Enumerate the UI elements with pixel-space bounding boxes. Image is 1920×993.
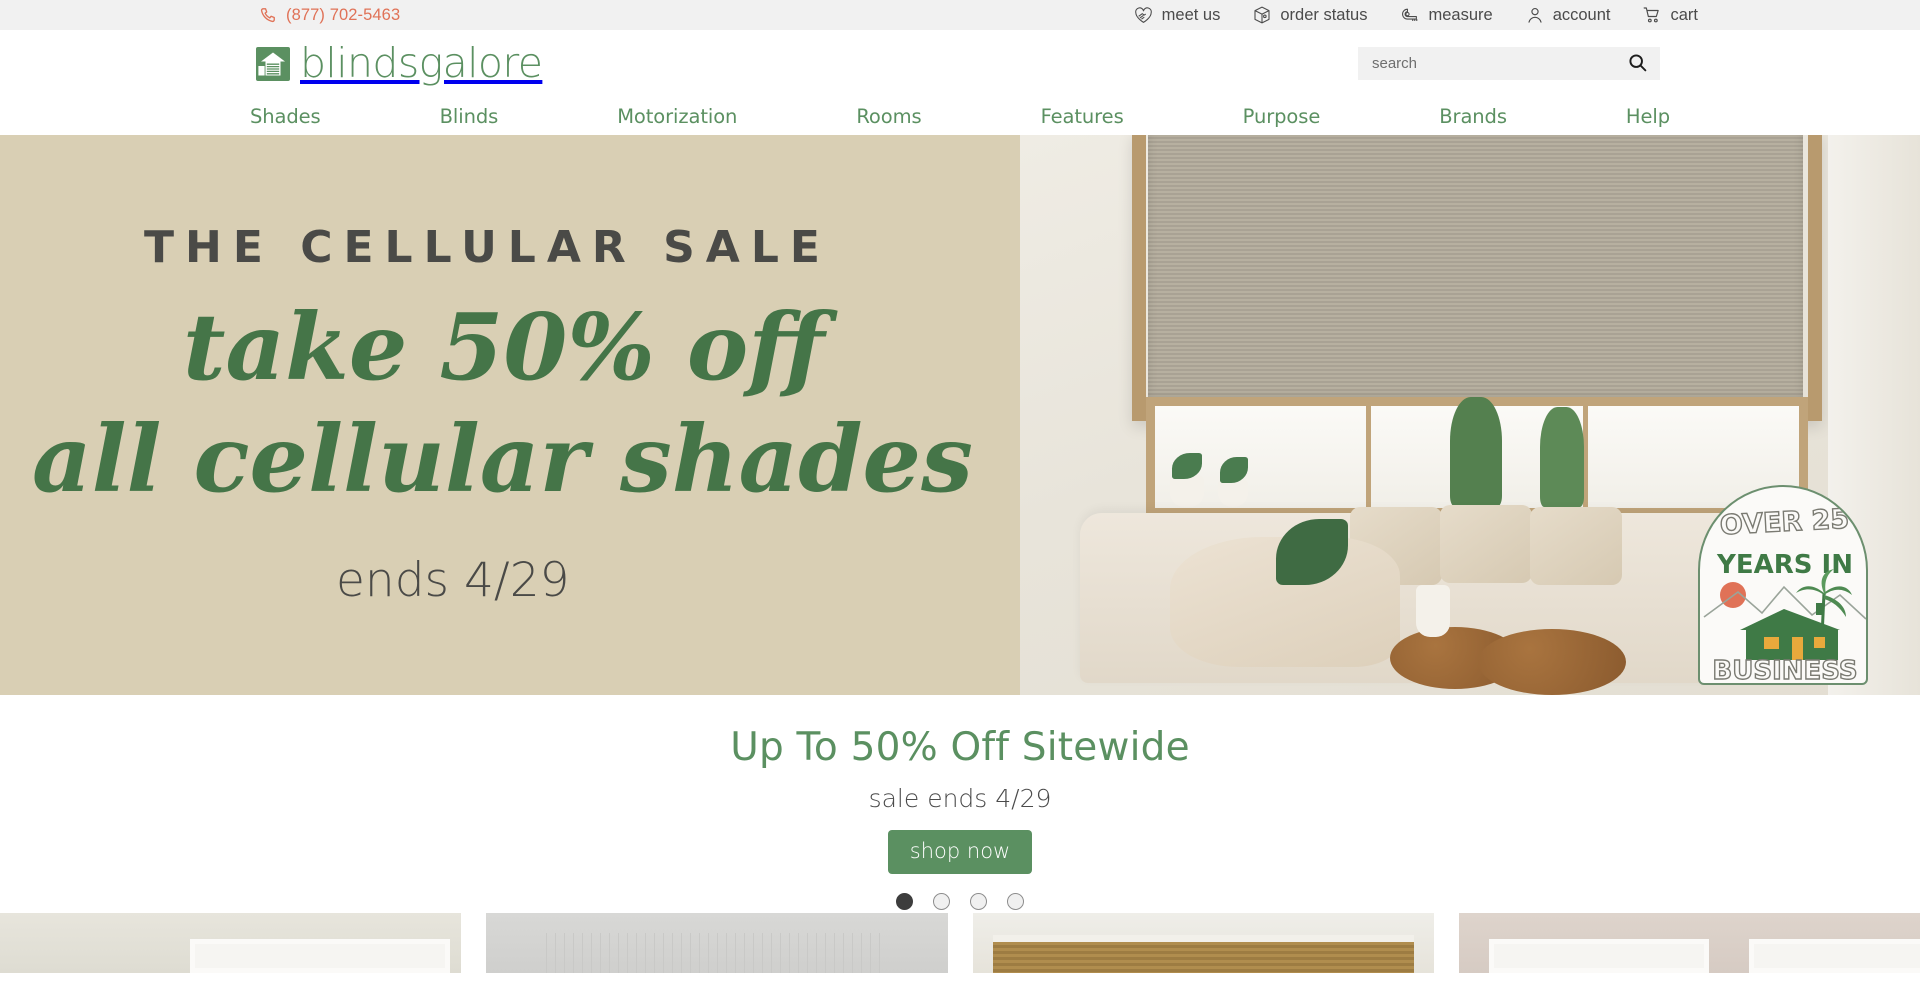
utility-link-label: measure xyxy=(1428,5,1493,24)
hero-kicker: THE CELLULAR SALE xyxy=(144,222,831,273)
magnifier-icon xyxy=(1627,52,1648,76)
search-submit-button[interactable] xyxy=(1623,52,1660,76)
house-with-blinds-icon xyxy=(256,46,290,81)
utility-link-label: order status xyxy=(1280,5,1368,24)
hero-banner[interactable]: THE CELLULAR SALE take 50% off all cellu… xyxy=(0,135,1920,695)
over-25-years-badge: OVER 25 YEARS IN BUSINESS xyxy=(1698,485,1868,685)
promo-title: Up To 50% Off Sitewide xyxy=(730,725,1190,770)
product-tile-3[interactable] xyxy=(972,913,1434,973)
utility-link-account[interactable]: account xyxy=(1525,5,1611,25)
photo-plant-pot-mid xyxy=(1218,479,1248,507)
brand-row: blindsgalore xyxy=(0,30,1920,97)
nav-item-brands[interactable]: Brands xyxy=(1439,105,1507,128)
photo-cushion-3 xyxy=(1530,507,1622,585)
utility-link-measure[interactable]: measure xyxy=(1399,5,1493,26)
hero-headline-line-2: all cellular shades xyxy=(32,405,973,513)
photo-vase xyxy=(1416,585,1450,637)
utility-link-meet-us[interactable]: meet us xyxy=(1133,5,1221,26)
utility-link-order-status[interactable]: order status xyxy=(1252,5,1367,25)
tile-2-image xyxy=(546,933,888,973)
utility-link-label: account xyxy=(1552,5,1611,24)
utility-link-cart[interactable]: cart xyxy=(1642,5,1698,25)
tile-4-image-2 xyxy=(1748,939,1920,973)
logo[interactable]: blindsgalore xyxy=(256,39,543,87)
hero-end-date: ends 4/29 xyxy=(336,553,570,608)
carousel-dot-4[interactable] xyxy=(1007,893,1024,910)
user-icon xyxy=(1525,5,1545,25)
nav-item-motorization[interactable]: Motorization xyxy=(617,105,737,128)
utility-link-label: meet us xyxy=(1161,5,1221,24)
shopping-cart-icon xyxy=(1642,5,1662,25)
nav-item-features[interactable]: Features xyxy=(1041,105,1124,128)
utility-links: meet us order status measure account car… xyxy=(1133,5,1698,26)
carousel-dot-2[interactable] xyxy=(933,893,950,910)
shop-now-button[interactable]: shop now xyxy=(887,830,1033,874)
product-tiles-row xyxy=(0,913,1920,973)
nav-item-help[interactable]: Help xyxy=(1626,105,1670,128)
photo-plant-pot-left xyxy=(1170,475,1204,507)
tile-1-image xyxy=(190,939,450,973)
photo-window-frame xyxy=(1132,135,1822,421)
utility-link-label: cart xyxy=(1670,5,1698,24)
hero-headline-line-1: take 50% off xyxy=(183,293,825,401)
tile-4-image xyxy=(1488,939,1709,973)
utility-bar: (877) 702-5463 meet us order status meas… xyxy=(0,0,1920,30)
carousel-dot-3[interactable] xyxy=(970,893,987,910)
phone-icon xyxy=(258,6,277,25)
tile-3-image xyxy=(992,935,1414,973)
search-input[interactable] xyxy=(1358,55,1623,72)
nav-item-rooms[interactable]: Rooms xyxy=(856,105,921,128)
nav-item-purpose[interactable]: Purpose xyxy=(1243,105,1321,128)
phone-link[interactable]: (877) 702-5463 xyxy=(258,6,400,25)
package-box-icon xyxy=(1252,5,1272,25)
photo-palm-right xyxy=(1450,397,1502,507)
product-tile-2[interactable] xyxy=(486,913,948,973)
badge-house-icon xyxy=(1740,603,1840,660)
badge-line-2-text: YEARS IN xyxy=(1716,550,1853,580)
photo-palm-right-2 xyxy=(1540,407,1584,507)
promo-section: Up To 50% Off Sitewide sale ends 4/29 sh… xyxy=(0,695,1920,913)
main-navigation: Shades Blinds Motorization Rooms Feature… xyxy=(0,97,1920,135)
photo-coffee-table-small xyxy=(1478,629,1626,695)
hero-text-block: THE CELLULAR SALE take 50% off all cellu… xyxy=(0,135,973,695)
badge-line-1-text: OVER 25 xyxy=(1719,504,1850,542)
carousel-dots xyxy=(0,893,1920,910)
badge-line-3-text: BUSINESS xyxy=(1712,656,1857,685)
carousel-dot-1[interactable] xyxy=(896,893,913,910)
logo-text: blindsgalore xyxy=(300,39,543,87)
handshake-heart-icon xyxy=(1133,5,1154,26)
tape-measure-icon xyxy=(1399,5,1420,26)
phone-number: (877) 702-5463 xyxy=(286,5,401,24)
product-tile-1[interactable] xyxy=(0,913,462,973)
search-bar[interactable] xyxy=(1358,47,1660,80)
product-tile-4[interactable] xyxy=(1458,913,1920,973)
nav-item-blinds[interactable]: Blinds xyxy=(440,105,499,128)
nav-item-shades[interactable]: Shades xyxy=(250,105,321,128)
promo-subtitle: sale ends 4/29 xyxy=(868,784,1052,813)
photo-cushion-2 xyxy=(1440,505,1532,583)
